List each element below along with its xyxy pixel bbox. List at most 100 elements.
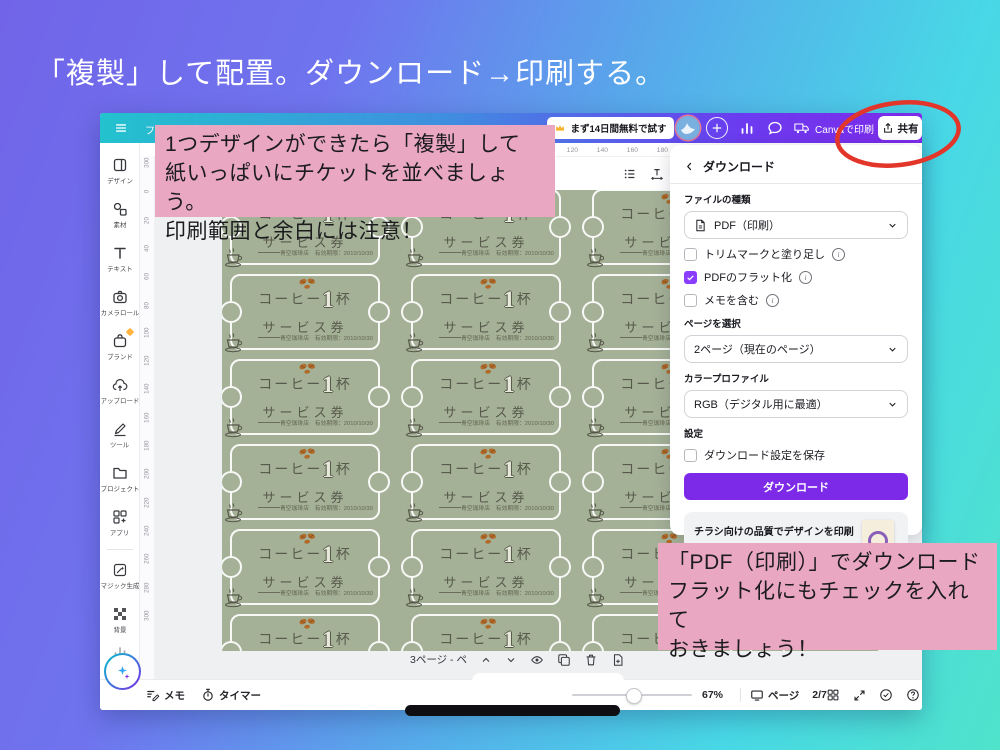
annotation-bottom: 「PDF（印刷）」でダウンロードフラット化にもチェックを入れておきましょう！	[658, 543, 997, 650]
coupon-ticket[interactable]: コーヒー1杯 サービス券 青空珈琲店 有効期限：2010/10/30	[222, 611, 403, 651]
sidebar-item[interactable]: プロジェクト	[100, 457, 140, 501]
pages-label: ページを選択	[684, 316, 908, 330]
info-icon: i	[832, 248, 845, 261]
info-icon: i	[799, 271, 812, 284]
monitor-icon	[750, 688, 764, 702]
plus-icon	[711, 122, 723, 134]
pages-view-button[interactable]: ページ	[750, 688, 799, 703]
checkbox[interactable]	[684, 248, 697, 261]
crown-icon	[554, 122, 566, 134]
coffee-cup-icon	[223, 502, 253, 524]
page-thumbnail-bar[interactable]	[472, 673, 624, 680]
sidebar-item[interactable]: 背景	[100, 598, 140, 642]
hide-page-button[interactable]	[530, 653, 544, 667]
notes-button[interactable]: メモ	[146, 688, 185, 703]
pages-select[interactable]: 2ページ（現在のページ）	[684, 335, 908, 363]
help-icon[interactable]	[906, 688, 920, 702]
checkbox[interactable]	[684, 449, 697, 462]
sidebar-item[interactable]: カメラロール	[100, 281, 140, 325]
sidebar-item[interactable]: デザイン	[100, 149, 140, 193]
list-format-icon[interactable]	[623, 167, 637, 181]
avatar[interactable]	[676, 116, 700, 140]
red-circle-annotation	[828, 94, 972, 178]
ai-assistant-button[interactable]	[104, 653, 141, 690]
coupon-ticket[interactable]: コーヒー1杯 サービス券 青空珈琲店 有効期限：2010/10/30	[403, 611, 584, 651]
sidebar-item[interactable]: ツール	[100, 413, 140, 457]
sidebar-item-icon	[112, 606, 128, 622]
back-icon[interactable]	[684, 161, 695, 172]
coupon-ticket[interactable]: コーヒー1杯 サービス券 青空珈琲店 有効期限：2010/10/30	[222, 441, 403, 526]
tutorial-slide: 「複製」して配置。ダウンロード→印刷する。 フ まず14日間無料で試す Canv…	[0, 0, 1000, 750]
sidebar-item[interactable]: マジック生成	[100, 554, 140, 598]
file-icon	[694, 219, 707, 232]
hamburger-icon	[114, 121, 128, 135]
sidebar-item-icon	[112, 465, 128, 481]
timer-button[interactable]: タイマー	[201, 688, 261, 703]
coupon-ticket[interactable]: コーヒー1杯 サービス券 青空珈琲店 有効期限：2010/10/30	[403, 356, 584, 441]
add-page-button[interactable]	[611, 653, 625, 667]
checkbox[interactable]	[684, 294, 697, 307]
file-type-select[interactable]: PDF（印刷）	[684, 211, 908, 239]
coupon-ticket[interactable]: コーヒー1杯 サービス券 青空珈琲店 有効期限：2010/10/30	[222, 526, 403, 611]
sidebar-item[interactable]: ブランド	[100, 325, 140, 369]
trial-button[interactable]: まず14日間無料で試す	[547, 117, 674, 139]
download-option[interactable]: トリムマークと塗り足し i	[684, 246, 908, 262]
ticket-frame: コーヒー1杯 サービス券 青空珈琲店 有効期限：2010/10/30	[411, 444, 561, 520]
coffee-cup-icon	[585, 247, 615, 269]
coupon-ticket[interactable]: コーヒー1杯 サービス券 青空珈琲店 有効期限：2010/10/30	[403, 271, 584, 356]
sidebar-item-icon	[112, 333, 128, 349]
chevron-down-icon	[887, 399, 898, 410]
info-icon: i	[766, 294, 779, 307]
page-title: 「複製」して配置。ダウンロード→印刷する。	[36, 50, 665, 92]
zoom-slider-handle[interactable]	[626, 688, 642, 704]
download-option[interactable]: PDFのフラット化 i	[684, 269, 908, 285]
download-panel: ダウンロード ファイルの種類 PDF（印刷） トリムマークと塗り足し i	[670, 145, 922, 535]
move-page-down-button[interactable]	[505, 654, 517, 666]
save-settings-option[interactable]: ダウンロード設定を保存	[684, 447, 908, 463]
file-menu-label[interactable]: フ	[145, 122, 155, 137]
page-label: 3ページ - ペ	[410, 652, 467, 667]
add-member-button[interactable]	[706, 117, 728, 139]
coffee-cup-icon	[585, 587, 615, 609]
ticket-frame: コーヒー1杯 サービス券 青空珈琲店 有効期限：2010/10/30	[411, 274, 561, 350]
coupon-ticket[interactable]: コーヒー1杯 サービス券 青空珈琲店 有効期限：2010/10/30	[403, 441, 584, 526]
sparkle-icon	[115, 664, 131, 680]
letter-spacing-icon[interactable]	[650, 167, 664, 181]
download-option[interactable]: メモを含む i	[684, 292, 908, 308]
comments-button[interactable]	[764, 117, 786, 139]
sidebar-divider	[107, 549, 133, 550]
move-page-up-button[interactable]	[480, 654, 492, 666]
insights-button[interactable]	[736, 117, 758, 139]
coupon-ticket[interactable]: コーヒー1杯 サービス券 青空珈琲店 有効期限：2010/10/30	[222, 356, 403, 441]
check-circle-icon[interactable]	[879, 688, 893, 702]
menu-button[interactable]	[110, 118, 132, 138]
coupon-ticket[interactable]: コーヒー1杯 サービス券 青空珈琲店 有効期限：2010/10/30	[222, 271, 403, 356]
panel-title: ダウンロード	[703, 158, 775, 175]
zoom-slider[interactable]	[572, 694, 692, 696]
sidebar-item[interactable]: 素材	[100, 193, 140, 237]
chat-bubble-icon	[767, 120, 783, 136]
ticket-frame: コーヒー1杯 サービス券 青空珈琲店 有効期限：2010/10/30	[230, 359, 380, 435]
download-button[interactable]: ダウンロード	[684, 473, 908, 500]
sidebar-item[interactable]: アプリ	[100, 501, 140, 545]
ticket-frame: コーヒー1杯 サービス券 青空珈琲店 有効期限：2010/10/30	[411, 359, 561, 435]
duplicate-page-button[interactable]	[557, 653, 571, 667]
coffee-cup-icon	[585, 332, 615, 354]
delete-page-button[interactable]	[584, 653, 598, 667]
ruler-vertical: 3000204060801001201401601802002202402602…	[140, 156, 155, 680]
color-profile-select[interactable]: RGB（デジタル用に最適）	[684, 390, 908, 418]
sidebar-item[interactable]: テキスト	[100, 237, 140, 281]
sidebar-item[interactable]: アップロード	[100, 369, 140, 413]
coffee-cup-icon	[223, 417, 253, 439]
checkbox[interactable]	[684, 271, 697, 284]
coffee-cup-icon	[585, 502, 615, 524]
page-indicator: 2/7	[812, 689, 827, 701]
zoom-level: 67%	[702, 689, 723, 701]
fullscreen-icon[interactable]	[853, 689, 866, 702]
color-profile-label: カラープロファイル	[684, 371, 908, 385]
coupon-ticket[interactable]: コーヒー1杯 サービス券 青空珈琲店 有効期限：2010/10/30	[403, 526, 584, 611]
coffee-cup-icon	[404, 417, 434, 439]
settings-label: 設定	[684, 426, 908, 440]
grid-view-icon[interactable]	[826, 688, 840, 702]
sidebar-item-icon	[112, 509, 128, 525]
